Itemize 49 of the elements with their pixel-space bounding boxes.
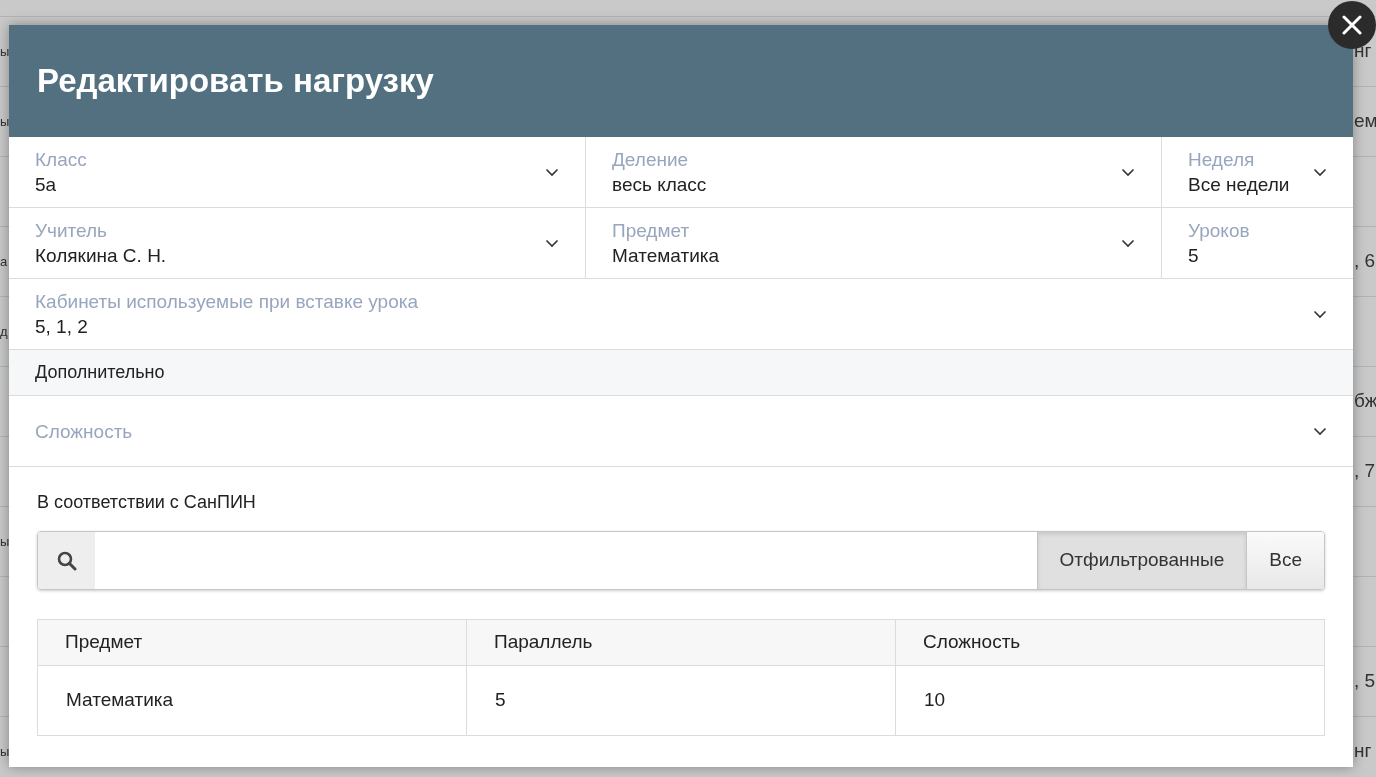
section-title: В соответствии с СанПИН [37, 491, 257, 514]
field-label: Сложность [35, 419, 134, 444]
filter-button[interactable]: Все [1246, 532, 1324, 589]
chevron-down-icon[interactable] [1313, 426, 1327, 436]
search-field[interactable]: Отфильтрованные Все [37, 531, 1325, 590]
field-label: Кабинеты используемые при вставке урока [35, 289, 419, 314]
table-cell-text: нг [1354, 740, 1372, 762]
table-cell-text: , 7 [1354, 460, 1376, 482]
table-cell-text: ы [0, 43, 10, 59]
table-cell-text: д [0, 323, 8, 339]
field-value[interactable]: 5, 1, 2 [35, 313, 1305, 340]
table-cell-text: ы [0, 743, 10, 759]
column-header: Параллель [466, 619, 896, 666]
table-cell: Математика [37, 665, 467, 736]
chevron-down-icon[interactable] [1121, 167, 1135, 177]
field-value[interactable]: Колякина С. Н. [35, 242, 537, 269]
table-cell: 5 [466, 665, 896, 736]
table-cell: 10 [895, 665, 1325, 736]
table-cell-text: , 6 [1354, 250, 1376, 272]
table-cell-text: а [0, 253, 8, 269]
field-label: Уроков [1188, 218, 1251, 243]
field-label: Деление [612, 147, 690, 172]
chevron-down-icon[interactable] [545, 167, 559, 177]
field-value[interactable]: Математика [612, 242, 1113, 269]
filter-button[interactable]: Отфильтрованные [1036, 532, 1247, 589]
field-value[interactable]: Все недели [1188, 171, 1305, 198]
table-cell-text: , 5 [1354, 670, 1376, 692]
close-button[interactable] [1328, 1, 1376, 49]
field-label: Учитель [35, 218, 108, 243]
chevron-down-icon[interactable] [545, 238, 559, 248]
field-label: Предмет [612, 218, 691, 243]
table-cell-text: нг [1354, 40, 1372, 62]
table-cell-text: ы [0, 113, 10, 129]
field-value[interactable]: весь класс [612, 171, 1113, 198]
close-icon [1342, 15, 1362, 35]
field-value[interactable]: 5а [35, 171, 537, 198]
field-value[interactable]: 5 [1188, 242, 1327, 269]
table-cell-text: ем [1354, 110, 1376, 132]
chevron-down-icon[interactable] [1313, 167, 1327, 177]
search-icon [56, 550, 77, 571]
chevron-down-icon[interactable] [1313, 309, 1327, 319]
section-title: Дополнительно [35, 361, 165, 384]
column-header: Сложность [895, 619, 1325, 666]
chevron-down-icon[interactable] [1121, 238, 1135, 248]
field-label: Неделя [1188, 147, 1256, 172]
table-cell-text: ы [0, 533, 10, 549]
column-header: Предмет [37, 619, 467, 666]
dialog-title: Редактировать нагрузку [37, 61, 434, 101]
field-label: Класс [35, 147, 88, 172]
